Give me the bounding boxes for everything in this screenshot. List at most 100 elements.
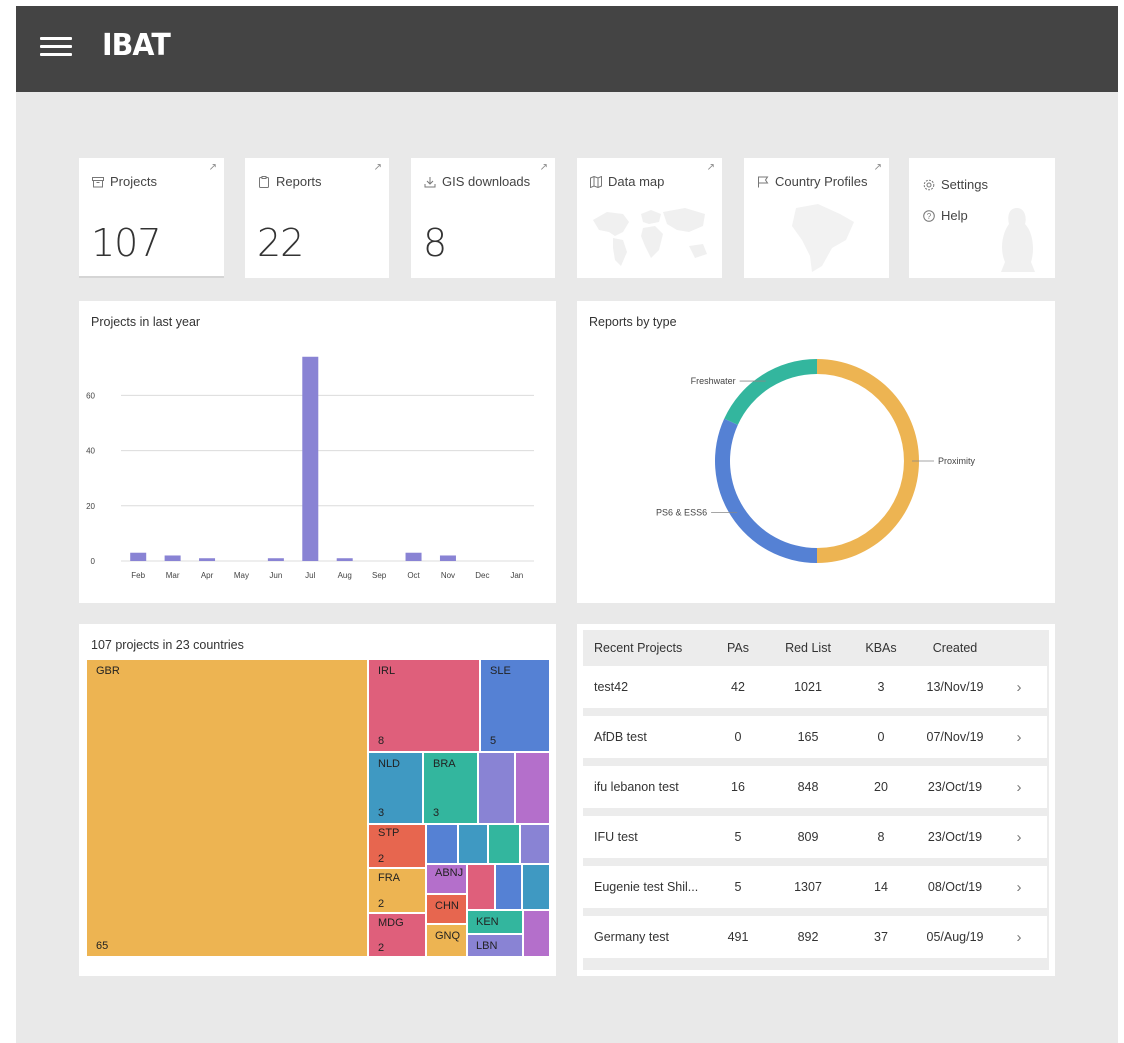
expand-arrow-icon: ↗ — [208, 162, 217, 173]
data-map-card[interactable]: Data map ↗ — [577, 158, 722, 278]
treemap-cell-abnj[interactable]: ABNJ — [426, 864, 467, 894]
treemap-cell[interactable] — [458, 824, 488, 864]
map-icon — [590, 175, 602, 188]
red-list-cell: 165 — [797, 730, 819, 744]
table-row[interactable]: IFU test 5 809 8 23/Oct/19 › — [583, 816, 1047, 858]
help-icon: ? — [923, 209, 935, 222]
table-row[interactable]: ifu lebanon test 16 848 20 23/Oct/19 › — [583, 766, 1047, 808]
donut-label: Freshwater — [691, 376, 736, 386]
col-header-pas[interactable]: PAs — [713, 641, 763, 655]
project-name-cell: AfDB test — [594, 730, 647, 744]
settings-link[interactable]: Settings — [923, 177, 988, 192]
world-map-image — [593, 208, 707, 266]
pas-cell: 16 — [731, 780, 745, 794]
chevron-right-icon[interactable]: › — [1001, 679, 1037, 696]
table-row[interactable]: Germany test 491 892 37 05/Aug/19 › — [583, 916, 1047, 958]
treemap-cell-sle[interactable]: SLE 5 — [480, 659, 550, 752]
treemap-cell[interactable] — [522, 864, 550, 910]
treemap-cell-chn[interactable]: CHN — [426, 894, 467, 924]
bar-jul — [302, 356, 319, 561]
x-tick-label: Nov — [441, 571, 455, 580]
donut-label: PS6 & ESS6 — [656, 507, 707, 517]
help-link[interactable]: ? Help — [923, 208, 968, 223]
pas-cell: 5 — [734, 880, 742, 894]
reports-chart-panel: Reports by type Proximity PS6 & ESS6 Fresh… — [577, 301, 1055, 603]
gis-downloads-card[interactable]: GIS downloads ↗ 8 — [411, 158, 555, 278]
treemap-cell[interactable] — [478, 752, 515, 824]
x-tick-label: Apr — [201, 571, 214, 580]
x-tick-label: Jul — [305, 571, 315, 580]
reports-card-label: Reports — [276, 174, 322, 189]
chevron-right-icon[interactable]: › — [1001, 829, 1037, 846]
project-name-cell: IFU test — [594, 830, 638, 844]
x-tick-label: May — [234, 571, 249, 580]
hamburger-menu-icon[interactable] — [40, 37, 72, 57]
projects-chart-panel: Projects in last year 0 20 40 60 Feb Mar Apr Ma… — [79, 301, 556, 603]
col-header-red-list[interactable]: Red List — [763, 641, 853, 655]
chevron-right-icon[interactable]: › — [1001, 779, 1037, 796]
red-list-cell: 892 — [797, 930, 819, 944]
donut-slice-ps6-ess6 — [715, 418, 817, 563]
col-header-created[interactable]: Created — [909, 641, 1001, 655]
project-name-cell: Germany test — [594, 930, 670, 944]
treemap-cell-gbr[interactable]: GBR 65 — [86, 659, 368, 957]
bar-jun — [267, 558, 284, 561]
recent-projects-panel: Recent Projects PAs Red List KBAs Create… — [577, 624, 1055, 976]
chevron-right-icon[interactable]: › — [1001, 929, 1037, 946]
help-label: Help — [941, 208, 968, 223]
country-profiles-card[interactable]: Country Profiles ↗ — [744, 158, 889, 278]
x-tick-label: Mar — [166, 571, 180, 580]
projects-card[interactable]: Projects ↗ 107 — [79, 158, 224, 278]
reports-count: 22 — [257, 221, 304, 265]
settings-help-card: Settings ? Help — [909, 158, 1055, 278]
treemap-cell-gnq[interactable]: GNQ — [426, 924, 467, 957]
project-name-cell: Eugenie test Shil... — [594, 880, 699, 894]
svg-text:?: ? — [927, 211, 932, 220]
table-header: Recent Projects PAs Red List KBAs Create… — [583, 630, 1047, 666]
col-header-recent-projects[interactable]: Recent Projects — [583, 641, 713, 655]
treemap-cell-lbn[interactable]: LBN — [467, 934, 523, 957]
ibat-logo[interactable]: IBAT — [102, 28, 171, 63]
countries-treemap-panel: 107 projects in 23 countries GBR 65 IRL 8 … — [79, 624, 556, 976]
y-tick-label: 60 — [86, 391, 95, 400]
bar-oct — [405, 552, 422, 561]
col-header-kbas[interactable]: KBAs — [853, 641, 909, 655]
treemap-cell[interactable] — [520, 824, 550, 864]
treemap-cell[interactable] — [488, 824, 520, 864]
x-tick-label: Oct — [407, 571, 420, 580]
treemap-cell-mdg[interactable]: MDG 2 — [368, 913, 426, 957]
table-row[interactable]: AfDB test 0 165 0 07/Nov/19 › — [583, 716, 1047, 758]
south-america-map-image — [792, 204, 854, 272]
treemap-cell[interactable] — [467, 864, 495, 910]
treemap-cell[interactable] — [426, 824, 458, 864]
countries-treemap: GBR 65 IRL 8 SLE 5 NLD 3 BRA 3 STP 2 FRA 2 MDG 2… — [86, 659, 550, 959]
treemap-cell[interactable] — [495, 864, 522, 910]
table-row[interactable]: Eugenie test Shil... 5 1307 14 08/Oct/19 › — [583, 866, 1047, 908]
archive-icon — [92, 176, 104, 187]
bar-mar — [164, 555, 181, 561]
treemap-cell-bra[interactable]: BRA 3 — [423, 752, 478, 824]
created-cell: 13/Nov/19 — [926, 680, 984, 694]
expand-arrow-icon: ↗ — [373, 162, 382, 173]
treemap-cell-ken[interactable]: KEN — [467, 910, 523, 934]
treemap-cell[interactable] — [523, 910, 550, 957]
treemap-cell[interactable] — [515, 752, 550, 824]
kbas-cell: 14 — [874, 880, 888, 894]
donut-label: Proximity — [938, 456, 976, 466]
treemap-cell-stp[interactable]: STP 2 — [368, 824, 426, 868]
projects-count: 107 — [91, 221, 162, 265]
treemap-cell-fra[interactable]: FRA 2 — [368, 868, 426, 913]
treemap-cell-irl[interactable]: IRL 8 — [368, 659, 480, 752]
penguin-image — [1001, 208, 1035, 272]
chevron-right-icon[interactable]: › — [1001, 729, 1037, 746]
app-container: IBAT Projects ↗ 107 Reports ↗ 22 GIS dow… — [16, 6, 1118, 1043]
pas-cell: 491 — [727, 930, 749, 944]
bar-apr — [199, 558, 216, 561]
reports-card[interactable]: Reports ↗ 22 — [245, 158, 389, 278]
pas-cell: 5 — [734, 830, 742, 844]
table-row[interactable]: test42 42 1021 3 13/Nov/19 › — [583, 666, 1047, 708]
x-tick-label: Feb — [131, 571, 145, 580]
chevron-right-icon[interactable]: › — [1001, 879, 1037, 896]
treemap-cell-nld[interactable]: NLD 3 — [368, 752, 423, 824]
gear-icon — [923, 179, 935, 190]
